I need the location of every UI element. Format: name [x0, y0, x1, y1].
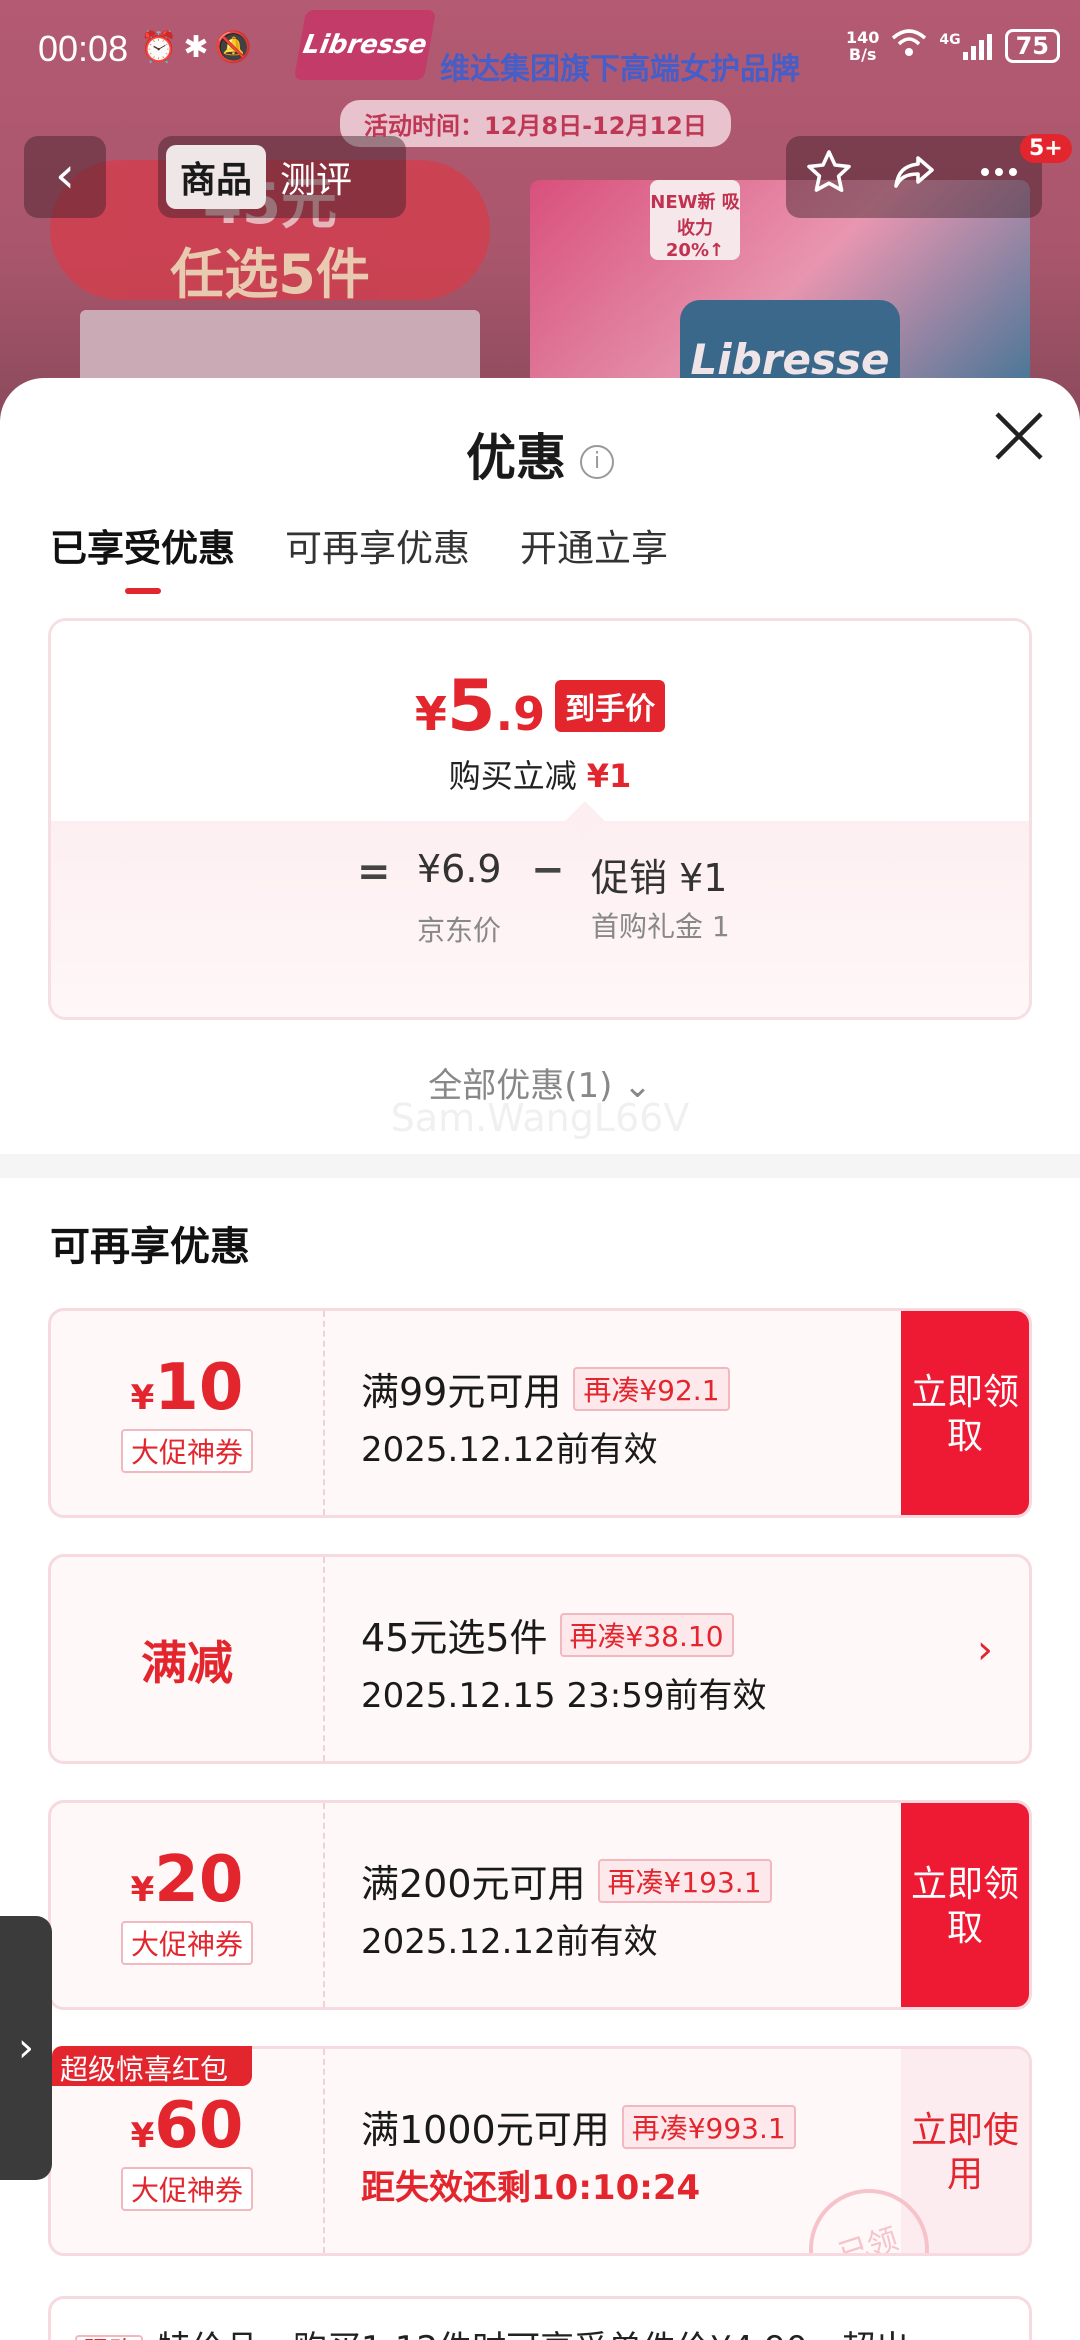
section-title-more-offers: 可再享优惠: [50, 1224, 250, 1270]
jd-price-label: 京东价: [417, 914, 502, 947]
coupon-gap-chip: 再凑¥92.1: [573, 1366, 730, 1411]
equals-sign: =: [357, 849, 391, 895]
limit-tip-text: 特价品，购买1-12件时可享受单件价¥4.90，超出: [157, 2329, 910, 2340]
coupon-currency: ¥: [130, 2116, 155, 2156]
offers-sheet: 优惠 i 已享受优惠 可再享优惠 开通立享 ¥5.9 到手价 购买立减 ¥1 = ¥…: [0, 378, 1080, 2340]
tab-product[interactable]: 商品: [166, 145, 267, 209]
coupon-condition: 满200元可用: [361, 1862, 586, 1906]
net-speed-unit: B/s: [848, 45, 877, 64]
message-badge: 5+: [1020, 134, 1072, 163]
coupon-currency: ¥: [130, 1378, 155, 1418]
coupon-details: 满99元可用 再凑¥92.1 2025.12.12前有效: [361, 1361, 730, 1471]
coupon-condition: 满1000元可用: [361, 2108, 610, 2152]
coupon-validity: 2025.12.12前有效: [361, 1430, 658, 1470]
coupon-gap-chip: 再凑¥38.10: [559, 1612, 734, 1657]
back-button[interactable]: ‹: [24, 136, 106, 218]
network-speed: 140 B/s: [846, 29, 879, 63]
sheet-title-text: 优惠: [466, 429, 566, 487]
tab-more-offers[interactable]: 可再享优惠: [285, 518, 470, 594]
coupon-amount-area: ¥10 大促神券: [51, 1311, 325, 1515]
coupon-currency: ¥: [130, 1870, 155, 1910]
close-button[interactable]: [984, 408, 1054, 478]
coupon-gap-chip: 再凑¥993.1: [621, 2104, 796, 2149]
coupon-card[interactable]: 满减 45元选5件 再凑¥38.10 2025.12.15 23:59前有效 ›: [48, 1554, 1032, 1764]
product-tabs: 商品 测评: [158, 136, 406, 218]
tab-reviews[interactable]: 测评: [280, 151, 352, 203]
coupon-details: 45元选5件 再凑¥38.10 2025.12.15 23:59前有效: [361, 1607, 766, 1717]
promo-value: 促销 ¥1: [591, 856, 728, 900]
limit-chip: 限购: [75, 2335, 144, 2340]
minus-sign: −: [531, 847, 565, 893]
claim-button[interactable]: 立即领取: [901, 1803, 1029, 2007]
coupon-card: ¥20 大促神券 满200元可用 再凑¥193.1 2025.12.12前有效 立…: [48, 1800, 1032, 2010]
claim-button[interactable]: 立即领取: [901, 1311, 1029, 1515]
coupon-details: 满200元可用 再凑¥193.1 2025.12.12前有效: [361, 1853, 772, 1963]
reduce-label: 购买立减: [448, 757, 577, 795]
net-speed-value: 140: [845, 28, 880, 47]
wifi-icon: [891, 28, 927, 64]
coupon-card: ¥10 大促神券 满99元可用 再凑¥92.1 2025.12.12前有效 立即领…: [48, 1308, 1032, 1518]
chevron-right-icon[interactable]: ›: [977, 1627, 993, 1673]
coupon-details: 满1000元可用 再凑¥993.1 距失效还剩10:10:24: [361, 2099, 796, 2209]
coupon-amount: 10: [154, 1351, 244, 1425]
sheet-title: 优惠 i: [0, 418, 1080, 490]
more-icon[interactable]: [975, 148, 1023, 206]
side-drawer-handle[interactable]: ›: [0, 1916, 52, 2180]
coupon-condition: 45元选5件: [361, 1616, 548, 1660]
price-integer: 5: [446, 665, 496, 747]
jd-price-value: ¥6.9: [417, 847, 502, 891]
tab-open-offers[interactable]: 开通立享: [520, 518, 668, 594]
promo-line2: 任选5件: [170, 243, 370, 306]
offer-tabs: 已享受优惠 可再享优惠 开通立享: [50, 518, 668, 594]
watermark: Sam.WangL66V: [390, 1096, 690, 1140]
coupon-type-tag: 大促神券: [120, 1429, 253, 1473]
coupon-type-tag: 大促神券: [120, 1921, 253, 1965]
status-right-icons: 140 B/s 4G 75: [846, 28, 1060, 64]
nav-actions: [786, 136, 1042, 218]
coupon-condition: 满99元可用: [361, 1370, 562, 1414]
price-decimal: .9: [495, 687, 546, 741]
promo-label: 首购礼金 1: [591, 910, 730, 943]
price-summary-card: ¥5.9 到手价 购买立减 ¥1 = ¥6.9 京东价 − 促销 ¥1 首购礼金 …: [48, 618, 1032, 1020]
share-icon[interactable]: [890, 148, 938, 206]
coupon-type-tag: 大促神券: [120, 2167, 253, 2211]
coupon-amount-area: ¥20 大促神券: [51, 1803, 325, 2007]
close-icon: [995, 412, 1043, 460]
status-time: 00:08: [38, 28, 129, 69]
price-breakdown: = ¥6.9 京东价 − 促销 ¥1 首购礼金 1: [51, 801, 1029, 1017]
coupon-validity: 2025.12.15 23:59前有效: [361, 1676, 767, 1716]
signal-icon: 4G: [939, 32, 992, 60]
section-divider: [0, 1154, 1080, 1178]
price-currency: ¥: [414, 687, 447, 741]
new-absorb-badge: NEW新 吸收力 20%↑: [650, 180, 740, 261]
final-price-tag: 到手价: [555, 680, 666, 732]
reduce-value: ¥1: [586, 757, 632, 795]
info-icon[interactable]: i: [580, 444, 614, 479]
coupon-amount: 60: [154, 2089, 244, 2163]
coupon-amount-area: 满减: [51, 1557, 325, 1761]
coupon-validity: 2025.12.12前有效: [361, 1922, 658, 1962]
star-icon[interactable]: [805, 148, 853, 206]
signal-type: 4G: [939, 32, 961, 48]
chevron-left-icon: ‹: [55, 146, 75, 204]
coupon-amount: 20: [154, 1843, 244, 1917]
status-left-icons: ⏰✱🔕: [140, 30, 258, 65]
tab-enjoyed-offers[interactable]: 已享受优惠: [50, 518, 235, 594]
coupon-countdown: 距失效还剩10:10:24: [361, 2168, 701, 2208]
surprise-redpacket-badge: 超级惊喜红包: [52, 2046, 252, 2086]
status-bar: 00:08 ⏰✱🔕 140 B/s 4G 75: [0, 0, 1080, 100]
instant-reduce: 购买立减 ¥1: [51, 751, 1029, 797]
limit-purchase-tip: 限购 特价品，购买1-12件时可享受单件价¥4.90，超出: [48, 2296, 1032, 2340]
coupon-full-reduce: 满减: [141, 1636, 233, 1690]
battery-indicator: 75: [1004, 29, 1060, 63]
coupon-gap-chip: 再凑¥193.1: [597, 1858, 772, 1903]
final-price: ¥5.9 到手价: [51, 665, 1029, 747]
